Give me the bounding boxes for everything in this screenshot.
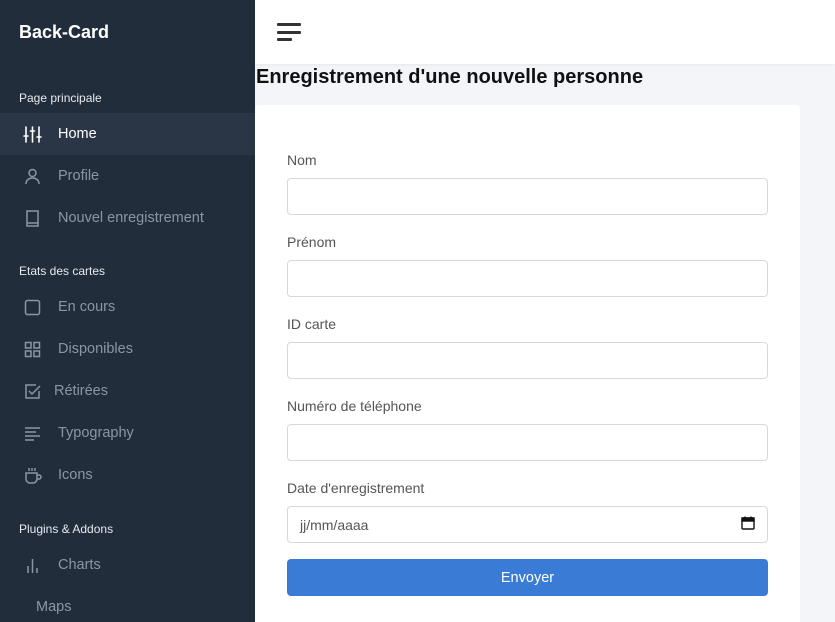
section-page-principale: Page principale bbox=[19, 91, 102, 105]
sidebar-item-home[interactable]: Home bbox=[0, 113, 255, 155]
sidebar-item-label: Profile bbox=[58, 168, 100, 184]
user-icon bbox=[23, 167, 42, 186]
top-bar bbox=[255, 0, 835, 64]
registration-form-card: Nom Prénom ID carte Numéro de téléphone … bbox=[255, 105, 800, 622]
book-icon bbox=[23, 209, 42, 228]
sidebar-item-label: Nouvel enregistrement bbox=[58, 210, 204, 226]
id-carte-label: ID carte bbox=[287, 316, 337, 332]
bar-chart-icon bbox=[23, 556, 42, 575]
sidebar-item-nouvel-enregistrement[interactable]: Nouvel enregistrement bbox=[0, 197, 255, 239]
menu-icon[interactable] bbox=[277, 22, 302, 42]
sidebar-item-maps[interactable]: Maps bbox=[0, 586, 255, 622]
sidebar-item-en-cours[interactable]: En cours bbox=[0, 286, 255, 328]
sidebar-item-retirees[interactable]: Rétirées bbox=[0, 370, 255, 412]
sidebar-item-label: Rétirées bbox=[54, 383, 108, 399]
nom-label: Nom bbox=[287, 152, 317, 168]
brand-title[interactable]: Back-Card bbox=[19, 22, 109, 43]
prenom-label: Prénom bbox=[287, 234, 337, 250]
square-icon bbox=[23, 298, 42, 317]
section-etats-des-cartes: Etats des cartes bbox=[19, 264, 106, 278]
submit-button[interactable]: Envoyer bbox=[287, 559, 768, 596]
sidebar: Back-Card Page principale Home Profile N… bbox=[0, 0, 255, 622]
align-left-icon bbox=[23, 424, 42, 443]
sidebar-item-label: En cours bbox=[58, 299, 116, 315]
telephone-input[interactable] bbox=[287, 424, 768, 461]
grid-icon bbox=[23, 340, 42, 359]
date-input[interactable]: jj/mm/aaaa bbox=[287, 506, 768, 543]
sidebar-item-icons[interactable]: Icons bbox=[0, 454, 255, 496]
calendar-icon[interactable] bbox=[741, 516, 755, 533]
section-plugins-addons: Plugins & Addons bbox=[19, 522, 114, 536]
date-placeholder: jj/mm/aaaa bbox=[300, 516, 369, 533]
prenom-input[interactable] bbox=[287, 260, 768, 297]
telephone-label: Numéro de téléphone bbox=[287, 398, 422, 414]
sidebar-item-label: Typography bbox=[58, 425, 134, 441]
check-square-icon bbox=[23, 382, 42, 401]
sliders-icon bbox=[23, 125, 42, 144]
id-carte-input[interactable] bbox=[287, 342, 768, 379]
sidebar-item-disponibles[interactable]: Disponibles bbox=[0, 328, 255, 370]
sidebar-item-profile[interactable]: Profile bbox=[0, 155, 255, 197]
sidebar-item-label: Home bbox=[58, 126, 97, 142]
sidebar-item-typography[interactable]: Typography bbox=[0, 412, 255, 454]
sidebar-item-label: Charts bbox=[58, 557, 101, 573]
date-label: Date d'enregistrement bbox=[287, 480, 425, 496]
page-title: Enregistrement d'une nouvelle personne bbox=[256, 66, 644, 88]
sidebar-item-label: Maps bbox=[36, 599, 72, 615]
sidebar-item-label: Disponibles bbox=[58, 341, 133, 357]
nom-input[interactable] bbox=[287, 178, 768, 215]
sidebar-item-charts[interactable]: Charts bbox=[0, 544, 255, 586]
coffee-icon bbox=[23, 466, 42, 485]
sidebar-item-label: Icons bbox=[58, 467, 93, 483]
